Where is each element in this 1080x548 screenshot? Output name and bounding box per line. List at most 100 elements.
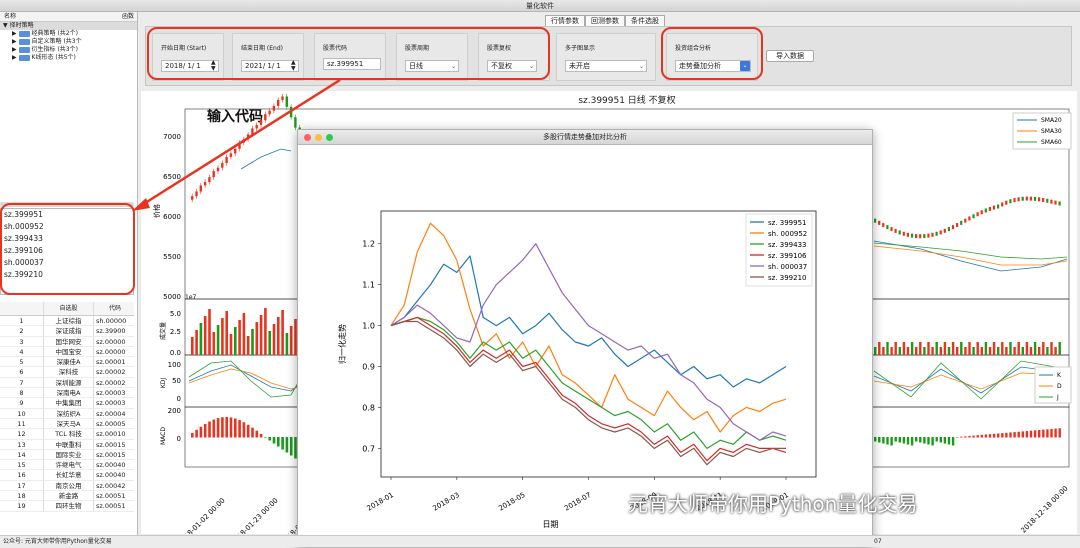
table-row[interactable]: 13 中联重科 sz.00015 (0, 439, 134, 450)
kdj-legend: K D J (1034, 366, 1072, 404)
candle (221, 162, 224, 168)
volume-bar (972, 347, 975, 355)
table-row[interactable]: 7 深圳能源 sz.00002 (0, 377, 134, 389)
table-row[interactable]: 14 国际实业 sz.00015 (0, 449, 134, 461)
candle (968, 216, 971, 221)
table-row[interactable]: 10 深纺织A sz.00004 (0, 408, 134, 419)
table-row[interactable]: 2 深证成指 sz.39900 (0, 326, 134, 337)
table-row[interactable]: 17 南京公用 sz.00042 (0, 480, 134, 492)
row-stock-code: sz.00015 (96, 450, 126, 459)
volume-bar (902, 342, 906, 355)
macd-bar (947, 437, 951, 445)
sma-legend-entry: SMA60 (1041, 139, 1062, 146)
stock-table[interactable]: 1 上证综指 sh.00000 2 深证成指 sz.39900 3 国华网安 sz.00000 4… (0, 316, 134, 527)
tree-root[interactable]: ▼ 择时策略 (0, 22, 137, 30)
volume-bar (255, 322, 259, 355)
legend-entry: sz. 399210 (768, 274, 807, 282)
stock-table-header: 自选股 代码 (0, 302, 134, 316)
table-row[interactable]: 15 许继电气 sz.00040 (0, 460, 134, 471)
row-index: 7 (0, 377, 44, 388)
tree-folder[interactable]: ▶ 衍生指标 (共3个) (0, 46, 137, 54)
expand-right-icon: ▶ (12, 38, 19, 45)
x-tick-label: 2018-03 (432, 491, 461, 513)
row-stock-code: sz.00003 (96, 389, 126, 398)
candle (1017, 197, 1020, 202)
kdj-legend-entry: D (1057, 383, 1062, 390)
table-row[interactable]: 6 深科技 sz.00002 (0, 367, 134, 378)
price-tick: 7000 (163, 133, 181, 141)
folder-icon (18, 54, 30, 61)
row-stock-code: sh.00000 (96, 317, 127, 325)
row-index: 6 (0, 367, 44, 377)
table-row[interactable]: 1 上证综指 sh.00000 (0, 316, 134, 327)
table-row[interactable]: 8 深南电A sz.00003 (0, 388, 134, 399)
table-row[interactable]: 5 深康佳A sz.00001 (0, 357, 134, 368)
row-stock-name: TCL 科技 (44, 429, 94, 439)
import-data-button[interactable]: 导入数据 (766, 50, 814, 62)
table-row[interactable]: 9 中集集团 sz.00003 (0, 398, 134, 409)
macd-bar (285, 437, 289, 453)
sma60-line (873, 242, 1068, 260)
volume-bar (915, 347, 918, 355)
row-stock-code: sz.00003 (96, 399, 126, 408)
chevron-down-icon: ⌄ (638, 63, 644, 70)
row-index: 12 (0, 429, 44, 439)
macd-bar (199, 426, 203, 438)
minimize-window-dot[interactable] (315, 134, 322, 141)
watermark-text: 元宵大师带你用Python量化交易 (628, 492, 918, 516)
candle (242, 139, 245, 143)
maximize-window-dot[interactable] (326, 134, 333, 141)
multi-plot-select[interactable]: 未开启 ⌄ (565, 60, 647, 72)
macd-bar (195, 429, 198, 438)
macd-bar (264, 437, 267, 438)
candle (882, 223, 885, 228)
candle (910, 233, 914, 238)
row-stock-code: sz.00042 (96, 481, 126, 490)
macd-bar (964, 436, 967, 438)
table-row[interactable]: 16 长虹华意 sz.00040 (0, 470, 134, 481)
candle (960, 220, 963, 225)
macd-bar (242, 422, 246, 438)
tree-folder[interactable]: ▶ 自定义策略 (共3个 (0, 38, 137, 46)
tree-folder[interactable]: ▶ K线形态 (共5个) (0, 54, 137, 62)
candle (992, 205, 996, 210)
table-row[interactable]: 18 新金路 sz.00051 (0, 491, 134, 502)
candle (1058, 201, 1061, 206)
macd-bar (1058, 428, 1061, 438)
macd-bar (915, 437, 918, 442)
price-tick: 5000 (163, 293, 181, 301)
volume-bar (878, 342, 881, 355)
y-tick-label: 0.9 (362, 363, 375, 372)
table-row[interactable]: 3 国华网安 sz.00000 (0, 336, 134, 347)
close-window-dot[interactable] (304, 134, 311, 141)
candle (285, 96, 288, 107)
table-row[interactable]: 4 中国宝安 sz.00000 (0, 346, 134, 358)
table-row[interactable]: 19 四环生物 sz.00051 (0, 501, 134, 512)
macd-tick: 200 (168, 407, 181, 415)
table-row[interactable]: 11 深天马A sz.00005 (0, 418, 134, 430)
volume-bar (251, 329, 254, 355)
row-index: 10 (0, 408, 44, 418)
row-stock-name: 许继电气 (44, 460, 94, 470)
candle (878, 220, 881, 225)
row-stock-name: 中集集团 (44, 398, 94, 408)
volume-bar (1033, 342, 1037, 355)
candle (890, 227, 893, 232)
volume-bar (203, 316, 207, 355)
window-title: 量化软件 (526, 2, 554, 10)
macd-bar (1025, 431, 1029, 438)
volume-bar (1005, 347, 1008, 355)
legend-entry: sh. 000952 (768, 230, 807, 238)
candle (1021, 196, 1024, 201)
macd-bar (890, 437, 893, 446)
series-line-2 (390, 316, 787, 449)
macd-bar (882, 437, 885, 444)
y-tick-label: 1.1 (362, 281, 375, 290)
table-row[interactable]: 12 TCL 科技 sz.00010 (0, 429, 134, 440)
macd-bar (277, 437, 280, 447)
tree-folder[interactable]: ▶ 经典策略 (共2个) (0, 30, 137, 38)
volume-bar (221, 318, 224, 355)
volume-bar (216, 325, 220, 355)
macd-bar (191, 433, 194, 438)
volume-bar (199, 323, 203, 355)
